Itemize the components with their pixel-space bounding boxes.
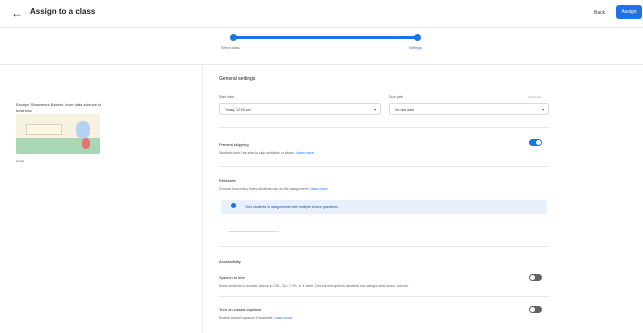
lesson-thumbnail bbox=[16, 114, 100, 154]
top-bar: ← Assign to a class Back Assign bbox=[0, 0, 643, 28]
releases-desc: Choose how many times students can do th… bbox=[219, 187, 328, 191]
closed-captions-title: Turn on closed captions bbox=[219, 307, 262, 312]
prevent-skipping-toggle[interactable] bbox=[529, 139, 542, 146]
releases-input[interactable] bbox=[229, 224, 279, 232]
closed-captions-desc: Enable closed captions if available. Lea… bbox=[219, 316, 293, 320]
start-date-label: Start date bbox=[219, 95, 235, 99]
lesson-panel: Escape Shawarma Bakers: from data scienc… bbox=[0, 66, 203, 333]
divider bbox=[219, 166, 549, 167]
arrow-left-icon[interactable]: ← bbox=[10, 6, 24, 20]
step-label-settings[interactable]: Settings bbox=[409, 46, 422, 50]
step-dot-select-class bbox=[230, 34, 237, 41]
back-button[interactable]: Back bbox=[590, 7, 609, 19]
due-date-value: No due date bbox=[395, 107, 415, 112]
assign-button[interactable]: Assign bbox=[616, 5, 642, 19]
divider bbox=[219, 246, 549, 247]
stepper: Select class Settings bbox=[218, 29, 438, 59]
due-date-select[interactable]: No due date ▾ bbox=[389, 103, 549, 115]
lesson-meta: Grade bbox=[16, 159, 25, 163]
releases-title: Releases bbox=[219, 178, 236, 183]
step-dot-settings bbox=[414, 34, 421, 41]
chevron-down-icon: ▾ bbox=[541, 107, 544, 112]
learn-more-link[interactable]: Learn more bbox=[310, 187, 328, 191]
stepper-divider bbox=[0, 64, 643, 65]
lesson-title: Escape Shawarma Bakers: from data scienc… bbox=[16, 102, 102, 113]
prevent-skipping-desc: Students won't be able to skip activitie… bbox=[219, 151, 314, 155]
learn-more-link[interactable]: Learn more bbox=[274, 316, 292, 320]
speech-to-text-desc: Allow students to answer videos in CSL, … bbox=[219, 284, 409, 288]
accessibility-heading: Accessibility bbox=[219, 259, 241, 264]
general-settings-heading: General settings bbox=[219, 76, 256, 82]
divider bbox=[219, 296, 549, 297]
speech-to-text-toggle[interactable] bbox=[529, 274, 542, 281]
due-date-label: Due date bbox=[389, 95, 404, 99]
start-date-select[interactable]: Today, 12:00 am ▾ bbox=[219, 103, 381, 115]
learn-more-link[interactable]: Learn more bbox=[296, 151, 314, 155]
settings-panel: General settings Start date Today, 12:00… bbox=[219, 74, 549, 333]
speech-to-text-title: Speech to text bbox=[219, 275, 245, 280]
start-date-value: Today, 12:00 am bbox=[225, 107, 251, 112]
page-title: Assign to a class bbox=[30, 7, 96, 16]
divider bbox=[219, 127, 549, 128]
info-icon bbox=[231, 203, 236, 208]
chevron-down-icon: ▾ bbox=[373, 107, 376, 112]
step-label-select-class[interactable]: Select class bbox=[221, 46, 240, 50]
info-banner: Your students in assignments with multip… bbox=[221, 200, 547, 214]
closed-captions-toggle[interactable] bbox=[529, 306, 542, 313]
info-banner-text: Your students in assignments with multip… bbox=[245, 205, 338, 209]
prevent-skipping-title: Prevent skipping bbox=[219, 142, 249, 147]
due-date-optional: (Optional) bbox=[528, 95, 542, 99]
stepper-line bbox=[233, 36, 419, 39]
